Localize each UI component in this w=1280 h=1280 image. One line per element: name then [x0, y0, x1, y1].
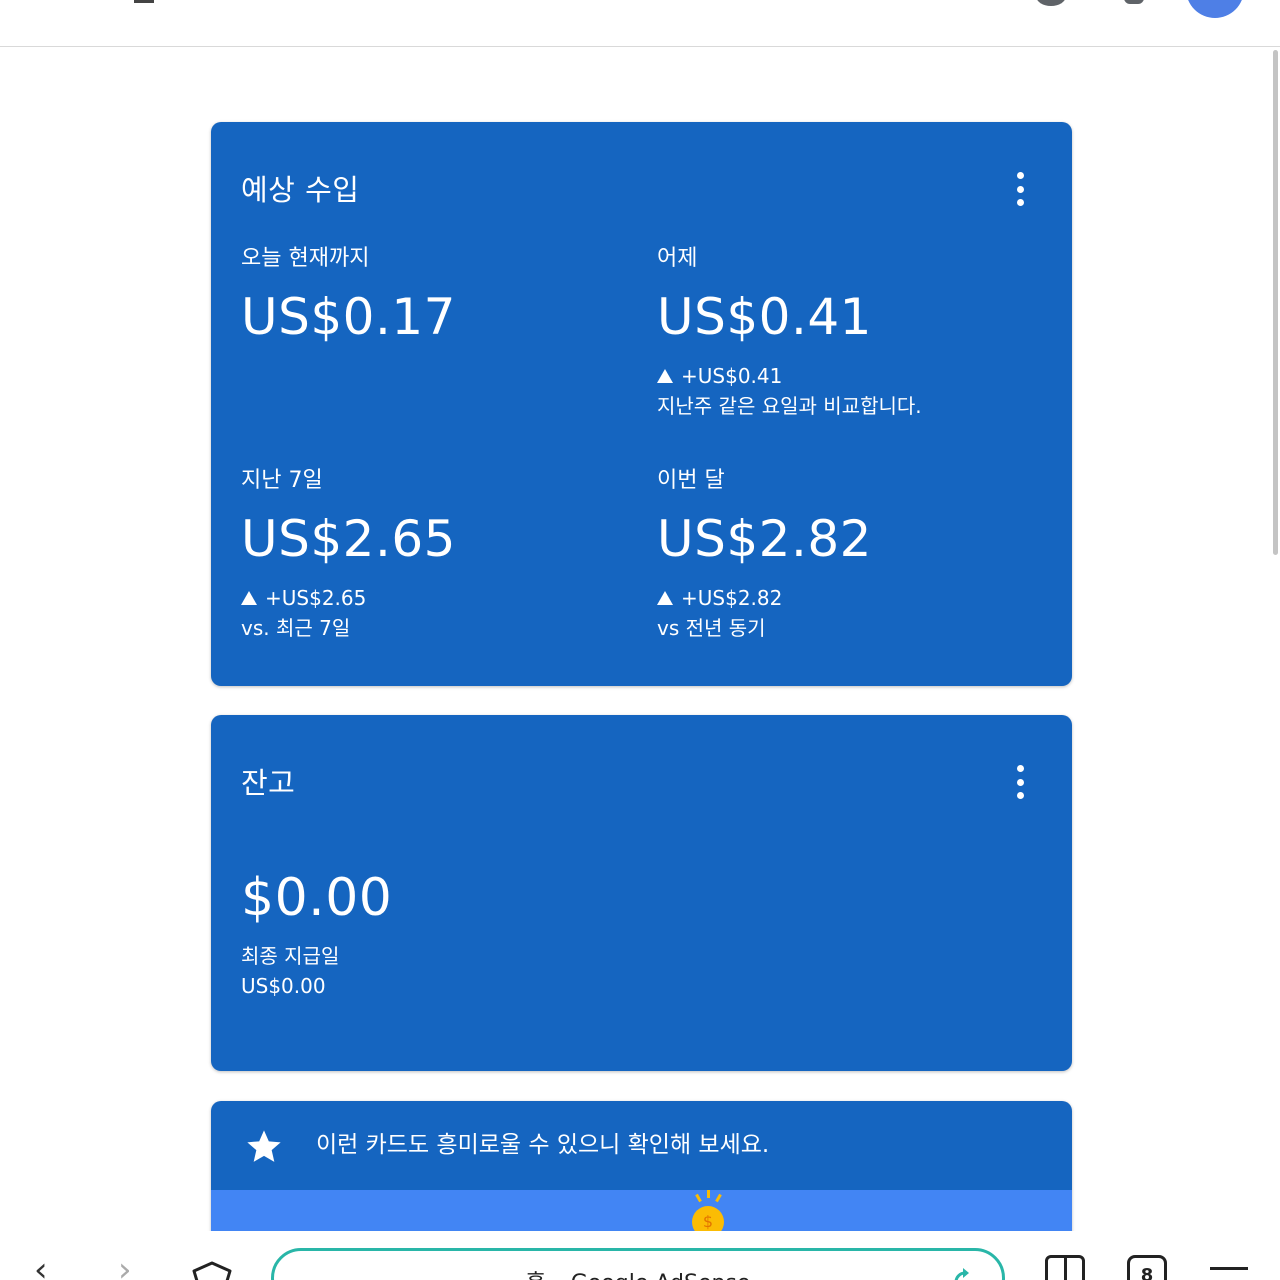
sparkle	[715, 1193, 722, 1203]
up-triangle-icon	[657, 369, 673, 383]
estimated-earnings-card: 예상 수입 오늘 현재까지 US$0.17 어제 US$0.41 +US$0.4…	[211, 122, 1072, 686]
metric-compare: vs. 최근 7일	[241, 616, 351, 640]
suggestion-header[interactable]: 이런 카드도 흥미로울 수 있으니 확인해 보세요.	[211, 1101, 1072, 1190]
metric-label: 이번 달	[657, 468, 725, 493]
metric-delta: +US$2.65	[241, 583, 456, 613]
star-icon	[247, 1130, 281, 1162]
up-triangle-icon	[657, 591, 673, 605]
suggestion-card: 이런 카드도 흥미로울 수 있으니 확인해 보세요. $	[211, 1101, 1072, 1241]
metric-delta-value: +US$0.41	[681, 364, 783, 388]
metric-last-7-days: 지난 7일 US$2.65 +US$2.65 vs. 최근 7일	[241, 467, 456, 643]
metric-compare: vs 전년 동기	[657, 616, 766, 640]
metric-this-month: 이번 달 US$2.82 +US$2.82 vs 전년 동기	[657, 467, 872, 643]
sparkle	[707, 1190, 710, 1198]
sparkle	[695, 1193, 702, 1203]
tabs-icon[interactable]: 8	[1127, 1255, 1167, 1280]
help-icon[interactable]	[1036, 0, 1066, 6]
suggestion-text: 이런 카드도 흥미로울 수 있으니 확인해 보세요.	[316, 1132, 770, 1158]
browser-toolbar: ‹ › 홈 – Google AdSense 8	[0, 1231, 1280, 1280]
bookmarks-icon[interactable]	[1045, 1255, 1085, 1280]
card-title: 예상 수입	[241, 173, 360, 207]
metric-delta: +US$0.41	[657, 361, 922, 391]
address-bar[interactable]: 홈 – Google AdSense	[271, 1248, 1005, 1280]
metric-value: US$0.41	[657, 288, 872, 346]
notifications-icon[interactable]	[1124, 0, 1144, 4]
last-payment-label: 최종 지급일	[241, 944, 340, 968]
menu-icon[interactable]	[1210, 1267, 1248, 1270]
up-triangle-icon	[241, 591, 257, 605]
metric-delta: +US$2.82	[657, 583, 872, 613]
metric-yesterday: 어제 US$0.41 +US$0.41 지난주 같은 요일과 비교합니다.	[657, 245, 922, 421]
metric-delta-value: +US$2.65	[265, 586, 367, 610]
forward-icon[interactable]: ›	[118, 1253, 132, 1280]
balance-value: $0.00	[241, 868, 393, 928]
kebab-menu-icon[interactable]	[1008, 765, 1032, 799]
page: 예상 수입 오늘 현재까지 US$0.17 어제 US$0.41 +US$0.4…	[0, 0, 1280, 1280]
balance-card: 잔고 $0.00 최종 지급일 US$0.00	[211, 715, 1072, 1071]
card-title: 잔고	[241, 766, 296, 800]
back-icon[interactable]: ‹	[34, 1253, 48, 1280]
avatar[interactable]	[1186, 0, 1244, 18]
kebab-menu-icon[interactable]	[1008, 172, 1032, 206]
metric-compare: 지난주 같은 요일과 비교합니다.	[657, 394, 922, 418]
metric-value: US$0.17	[241, 288, 456, 346]
metric-value: US$2.65	[241, 510, 456, 568]
metric-value: US$2.82	[657, 510, 872, 568]
url-title: 홈 – Google AdSense	[274, 1265, 1002, 1280]
top-app-bar	[0, 0, 1280, 47]
last-payment-value: US$0.00	[241, 974, 326, 998]
metric-delta-value: +US$2.82	[681, 586, 783, 610]
hamburger-menu-icon[interactable]	[134, 0, 154, 3]
metric-today: 오늘 현재까지 US$0.17	[241, 245, 456, 347]
metric-label: 오늘 현재까지	[241, 246, 370, 271]
metric-label: 어제	[657, 246, 698, 271]
home-icon[interactable]	[190, 1257, 234, 1280]
metric-label: 지난 7일	[241, 468, 323, 493]
page-scrollbar[interactable]	[1273, 50, 1278, 555]
reload-icon[interactable]	[950, 1267, 980, 1280]
